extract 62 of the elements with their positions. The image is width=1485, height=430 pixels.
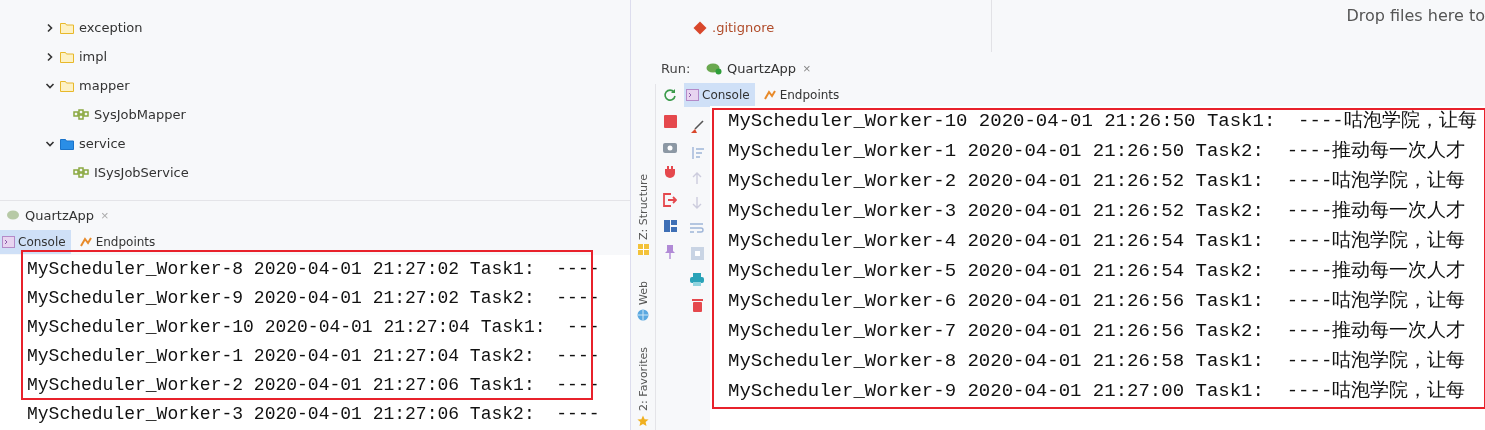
console-line: MyScheduler_Worker-9 2020-04-01 21:27:02 Task2: ---- [27,287,601,310]
exit-icon[interactable] [663,193,677,207]
console-line: MyScheduler_Worker-8 2020-04-01 21:27:02 Task1: ---- [27,258,601,281]
chevron-right-icon[interactable] [45,51,55,62]
drop-hint: Drop files here to [1346,6,1485,27]
console-line: MyScheduler_Worker-3 2020-04-01 21:26:52 Task2: ----推动每一次人才 [728,199,1467,224]
camera-icon[interactable] [663,141,677,153]
console-line: MyScheduler_Worker-7 2020-04-01 21:26:56 Task2: ----推动每一次人才 [728,319,1467,344]
folder-icon [60,137,74,150]
tool-window-tab[interactable]: Z: Structure [636,174,650,240]
tree-item-label[interactable]: mapper [79,78,130,93]
run-tab[interactable]: QuartzApp [25,207,95,223]
run-label: Run: [661,60,692,76]
console-line: MyScheduler_Worker-1 2020-04-01 21:27:04 Task2: ---- [27,345,601,368]
pin-icon[interactable] [664,245,676,259]
tree-item-label[interactable]: impl [79,49,108,64]
plug-icon[interactable] [664,166,676,180]
star-icon [637,414,649,427]
close-button[interactable]: × [801,60,813,76]
tool-window-tab[interactable]: Web [636,280,650,305]
console-line: MyScheduler_Worker-9 2020-04-01 21:27:00 Task1: ----咕泡学院，让每 [728,379,1467,404]
git-icon [693,20,707,35]
console-line: MyScheduler_Worker-6 2020-04-01 21:26:56 Task1: ----咕泡学院，让每 [728,289,1467,314]
run-tab[interactable]: QuartzApp [727,60,797,76]
tree-item-label[interactable]: SysJobMapper [94,107,186,122]
tree-item-label[interactable]: .gitignore [712,20,775,35]
console-tab[interactable]: Endpoints [76,230,161,254]
folder-icon [60,79,74,92]
console-tab[interactable]: Console [684,83,755,107]
structure-icon [637,243,649,255]
interface-icon [73,166,89,179]
console-icon [2,236,15,248]
folder-icon [60,21,74,34]
endpoints-icon [762,89,777,101]
tree-item-label[interactable]: ISysJobService [94,165,189,180]
console-tab[interactable]: Console [0,230,71,254]
console-tab[interactable]: Endpoints [760,83,845,107]
chevron-right-icon[interactable] [45,22,55,33]
console-line: MyScheduler_Worker-2 2020-04-01 21:26:52 Task1: ----咕泡学院，让每 [728,169,1467,194]
interface-icon [73,108,89,121]
console-line: MyScheduler_Worker-3 2020-04-01 21:27:06 Task2: ---- [27,403,601,426]
brush-icon[interactable] [690,120,704,134]
trash-icon[interactable] [691,299,703,312]
globe-icon [637,308,649,321]
console-line: MyScheduler_Worker-10 2020-04-01 21:26:50 Task1: ----咕泡学院，让每 [728,109,1478,134]
console-line: MyScheduler_Worker-8 2020-04-01 21:26:58 Task1: ----咕泡学院，让每 [728,349,1467,374]
layout-icon[interactable] [663,220,677,232]
console-line: MyScheduler_Worker-4 2020-04-01 21:26:54 Task1: ----咕泡学院，让每 [728,229,1467,254]
print-icon[interactable] [690,273,704,286]
console-line: MyScheduler_Worker-5 2020-04-01 21:26:54 Task2: ----推动每一次人才 [728,259,1467,284]
tree-item-label[interactable]: service [79,136,126,151]
spring-app-icon [706,61,722,75]
endpoints-icon [78,236,93,248]
stop-icon[interactable] [663,115,677,128]
rerun-icon[interactable] [663,88,677,102]
spring-app-icon [6,209,20,221]
folder-icon [60,50,74,63]
console-icon [686,89,699,101]
console-line: MyScheduler_Worker-1 2020-04-01 21:26:50 Task2: ----推动每一次人才 [728,139,1467,164]
console-line: MyScheduler_Worker-2 2020-04-01 21:27:06 Task1: ---- [27,374,601,397]
tool-window-tab[interactable]: 2: Favorites [636,346,650,411]
tree-item-label[interactable]: exception [79,20,143,35]
